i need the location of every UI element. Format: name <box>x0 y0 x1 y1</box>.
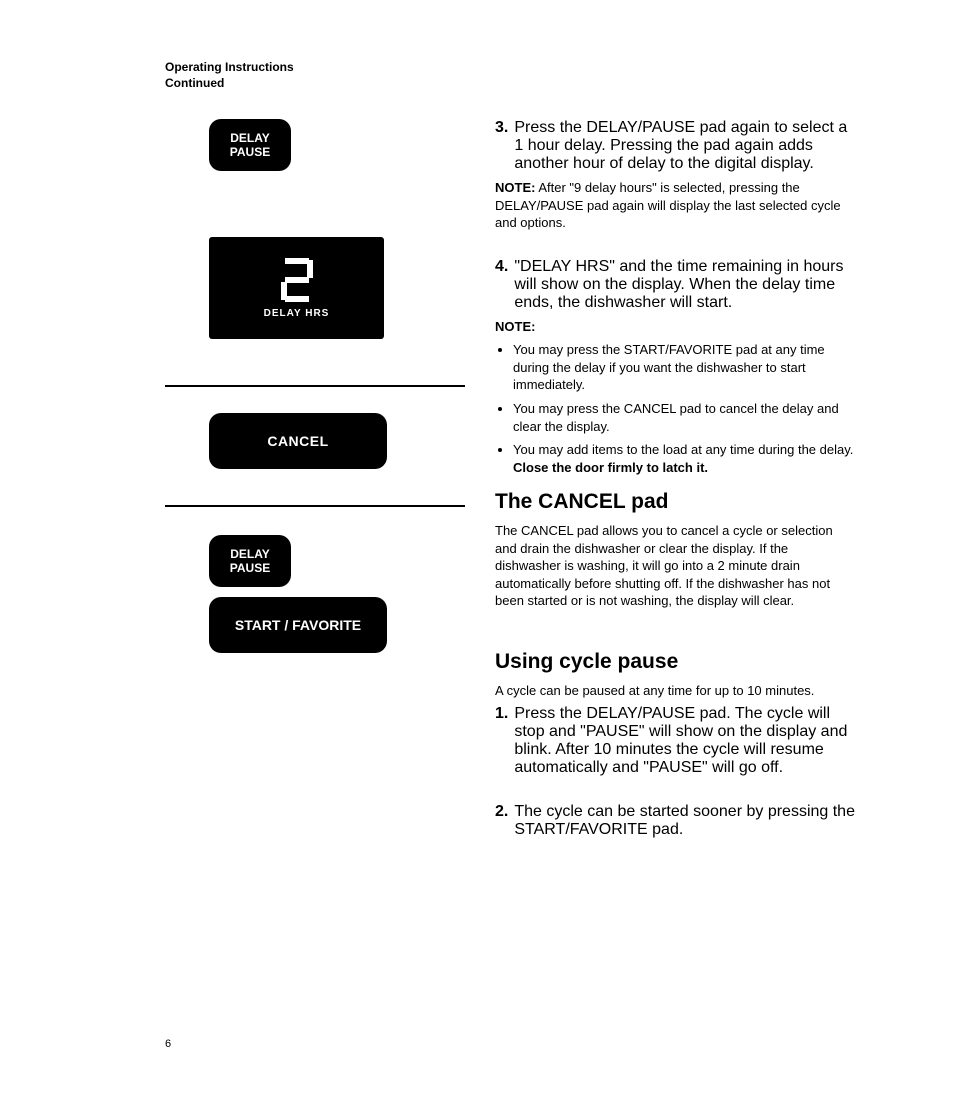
pause-step-1: 1. Press the DELAY/PAUSE pad. The cycle … <box>495 705 855 777</box>
digital-display-illustration: DELAY HRS <box>209 237 384 339</box>
left-column: DELAY PAUSE DELAY HRS <box>165 119 465 845</box>
step-text: Press the DELAY/PAUSE pad again to selec… <box>514 119 855 173</box>
display-content: DELAY HRS <box>264 258 330 319</box>
delay-pause-pad-illustration: DELAY PAUSE <box>209 119 291 171</box>
page-header: Operating Instructions Continued <box>165 60 844 91</box>
step-number: 2. <box>495 803 508 839</box>
manual-page: Operating Instructions Continued DELAY P… <box>0 0 954 1098</box>
step-text: The cycle can be started sooner by press… <box>514 803 855 839</box>
start-favorite-label: START / FAVORITE <box>235 617 361 633</box>
step-number: 1. <box>495 705 508 777</box>
step-number: 4. <box>495 258 508 312</box>
cancel-pad-illustration: CANCEL <box>209 413 387 469</box>
step-4: 4. "DELAY HRS" and the time remaining in… <box>495 258 855 312</box>
two-column-layout: DELAY PAUSE DELAY HRS <box>165 119 844 845</box>
note-paragraph-1: NOTE: After "9 delay hours" is selected,… <box>495 179 855 232</box>
cancel-paragraph: The CANCEL pad allows you to cancel a cy… <box>495 522 855 610</box>
bullet-item: You may press the START/FAVORITE pad at … <box>513 341 855 394</box>
note-text: After "9 delay hours" is selected, press… <box>495 180 841 230</box>
seven-segment-digit-icon <box>281 258 313 302</box>
delay-pause-pad-illustration-2: DELAY PAUSE <box>209 535 291 587</box>
note-label: NOTE: <box>495 180 535 195</box>
header-line-1: Operating Instructions <box>165 60 844 76</box>
step-number: 3. <box>495 119 508 173</box>
section-divider <box>165 385 465 387</box>
pause-step-2: 2. The cycle can be started sooner by pr… <box>495 803 855 839</box>
note-label-2: NOTE: <box>495 318 855 336</box>
step-3: 3. Press the DELAY/PAUSE pad again to se… <box>495 119 855 173</box>
pause-intro: A cycle can be paused at any time for up… <box>495 682 855 700</box>
step-text: Press the DELAY/PAUSE pad. The cycle wil… <box>514 705 855 777</box>
pause-section-title: Using cycle pause <box>495 650 855 674</box>
note-bullet-list: You may press the START/FAVORITE pad at … <box>495 341 855 476</box>
right-column: 3. Press the DELAY/PAUSE pad again to se… <box>495 119 855 845</box>
display-label: DELAY HRS <box>264 308 330 319</box>
step-text: "DELAY HRS" and the time remaining in ho… <box>514 258 855 312</box>
start-favorite-pad-illustration: START / FAVORITE <box>209 597 387 653</box>
bullet-item: You may press the CANCEL pad to cancel t… <box>513 400 855 435</box>
cancel-label: CANCEL <box>267 433 328 449</box>
delay-pause-label: DELAY PAUSE <box>230 131 270 160</box>
header-line-2: Continued <box>165 76 844 92</box>
bullet-item: You may add items to the load at any tim… <box>513 441 855 476</box>
delay-pause-label-2: DELAY PAUSE <box>230 547 270 576</box>
page-number: 6 <box>165 1038 171 1050</box>
cancel-section-title: The CANCEL pad <box>495 490 855 514</box>
